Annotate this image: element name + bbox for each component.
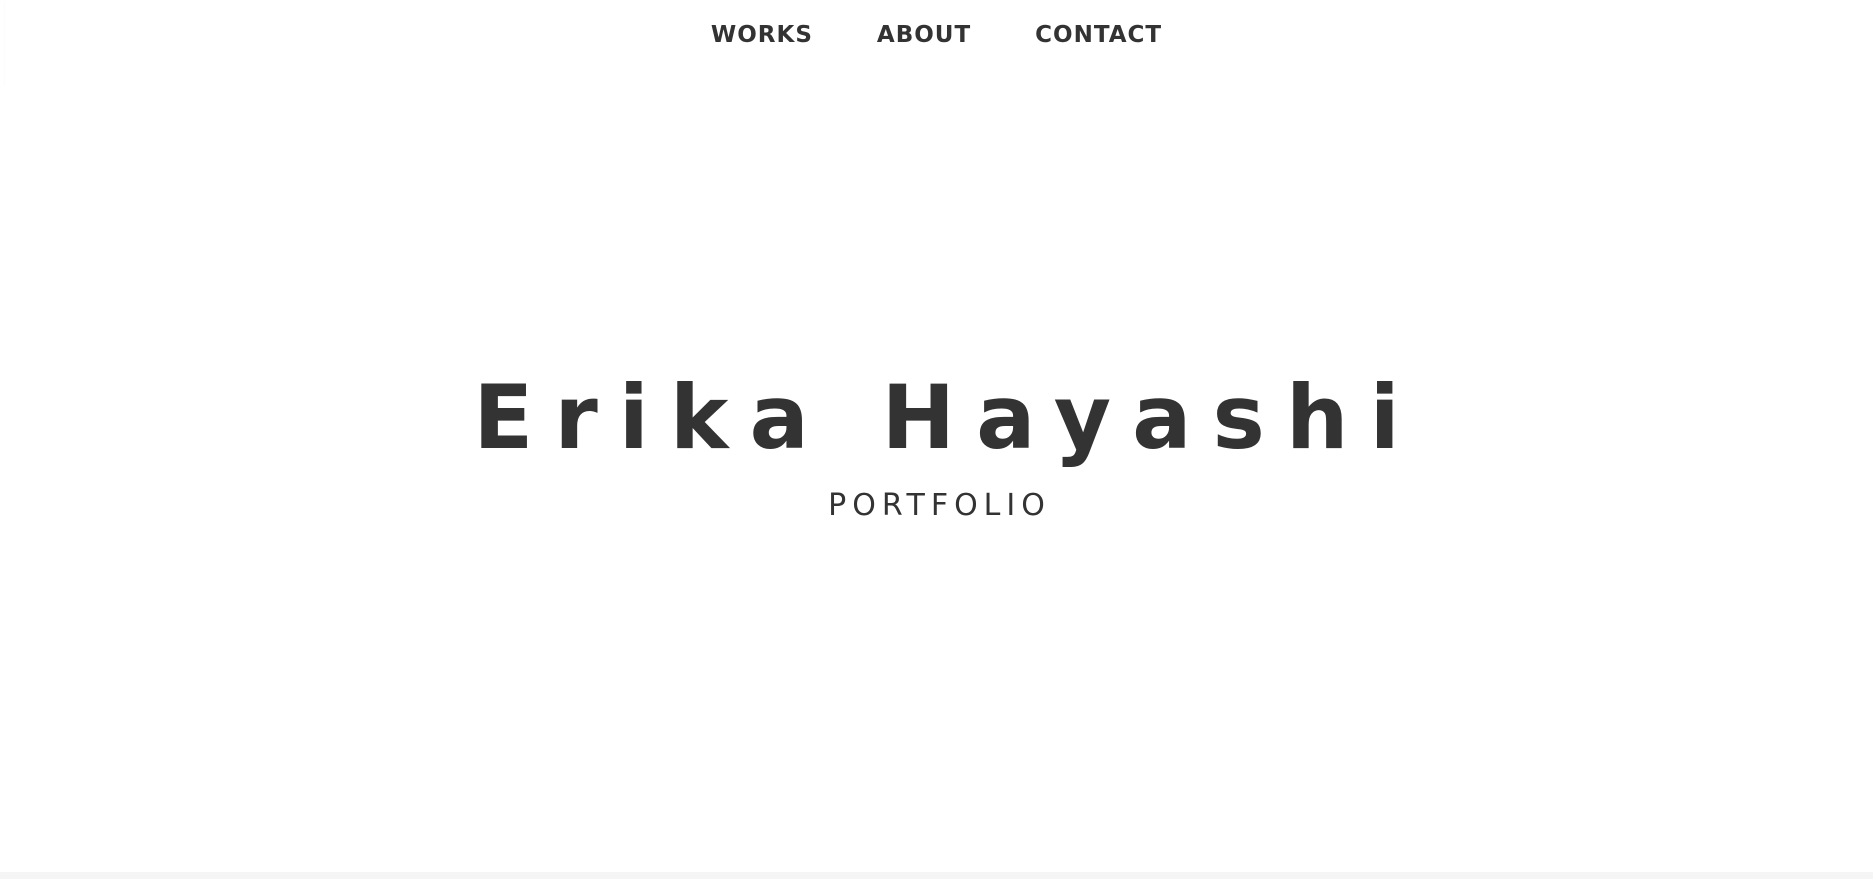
main-nav: WORKS ABOUT CONTACT	[0, 0, 1873, 70]
nav-link-contact[interactable]: CONTACT	[1035, 22, 1162, 48]
page: WORKS ABOUT CONTACT Erika Hayashi PORTFO…	[0, 0, 1873, 879]
hero-title: Erika Hayashi	[473, 366, 1421, 469]
nav-link-works[interactable]: WORKS	[711, 22, 813, 48]
hero-subtitle: PORTFOLIO	[828, 488, 1051, 523]
footer-strip	[0, 872, 1873, 879]
hero-section: Erika Hayashi PORTFOLIO	[0, 86, 1873, 872]
nav-link-about[interactable]: ABOUT	[877, 22, 971, 48]
